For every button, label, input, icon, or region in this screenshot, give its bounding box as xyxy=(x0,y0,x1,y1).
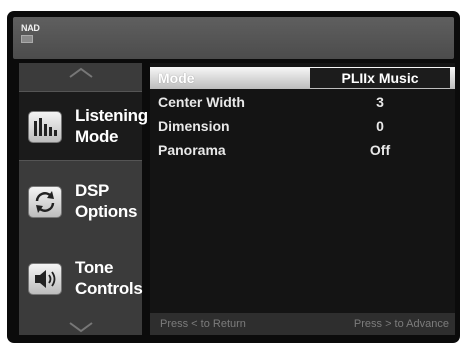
brand-logo: NAD xyxy=(21,23,40,33)
setting-row-panorama[interactable]: Panorama Off xyxy=(150,139,455,161)
setting-value: PLIIx Music xyxy=(310,68,450,88)
setting-row-mode[interactable]: Mode PLIIx Music xyxy=(150,67,455,89)
refresh-arrows-icon xyxy=(28,186,62,218)
setting-value: 0 xyxy=(376,118,384,134)
osd-screen: NAD Listening Mode DSP Options Tone Cont… xyxy=(7,11,460,343)
scroll-down-icon[interactable] xyxy=(68,321,94,333)
setting-value: Off xyxy=(369,142,391,158)
setting-label: Panorama xyxy=(158,142,226,158)
label-line1: Tone xyxy=(75,258,114,277)
setting-label: Center Width xyxy=(158,94,245,110)
speaker-icon xyxy=(28,263,62,295)
label-line1: Listening xyxy=(75,106,148,125)
brand-indicator xyxy=(21,35,33,43)
top-bar: NAD xyxy=(13,17,454,59)
sidebar-item-tone-controls[interactable]: Tone Controls xyxy=(19,243,143,313)
setting-row-dimension[interactable]: Dimension 0 xyxy=(150,115,455,137)
label-line2: Options xyxy=(75,202,138,221)
sidebar-item-label: Tone Controls xyxy=(75,257,143,299)
return-hint: Press < to Return xyxy=(160,318,246,330)
scroll-up-icon[interactable] xyxy=(68,67,94,79)
setting-label: Mode xyxy=(158,70,195,86)
settings-panel: Mode PLIIx Music Center Width 3 Dimensio… xyxy=(150,63,455,335)
sidebar-item-listening-mode[interactable]: Listening Mode xyxy=(19,91,148,161)
setting-value: 3 xyxy=(376,94,384,110)
sidebar-item-label: Listening Mode xyxy=(75,105,148,147)
setting-label: Dimension xyxy=(158,118,230,134)
sidebar-menu: Listening Mode DSP Options Tone Controls xyxy=(19,63,148,335)
sidebar-item-dsp-options[interactable]: DSP Options xyxy=(19,166,142,236)
advance-hint: Press > to Advance xyxy=(353,318,449,330)
sidebar-item-label: DSP Options xyxy=(75,180,137,222)
footer-hints: Press < to Return Press > to Advance xyxy=(150,313,455,335)
bar-graph-icon xyxy=(28,111,62,143)
label-line2: Mode xyxy=(75,127,119,146)
setting-row-center-width[interactable]: Center Width 3 xyxy=(150,91,455,113)
label-line1: DSP xyxy=(75,181,110,200)
label-line2: Controls xyxy=(75,279,143,298)
